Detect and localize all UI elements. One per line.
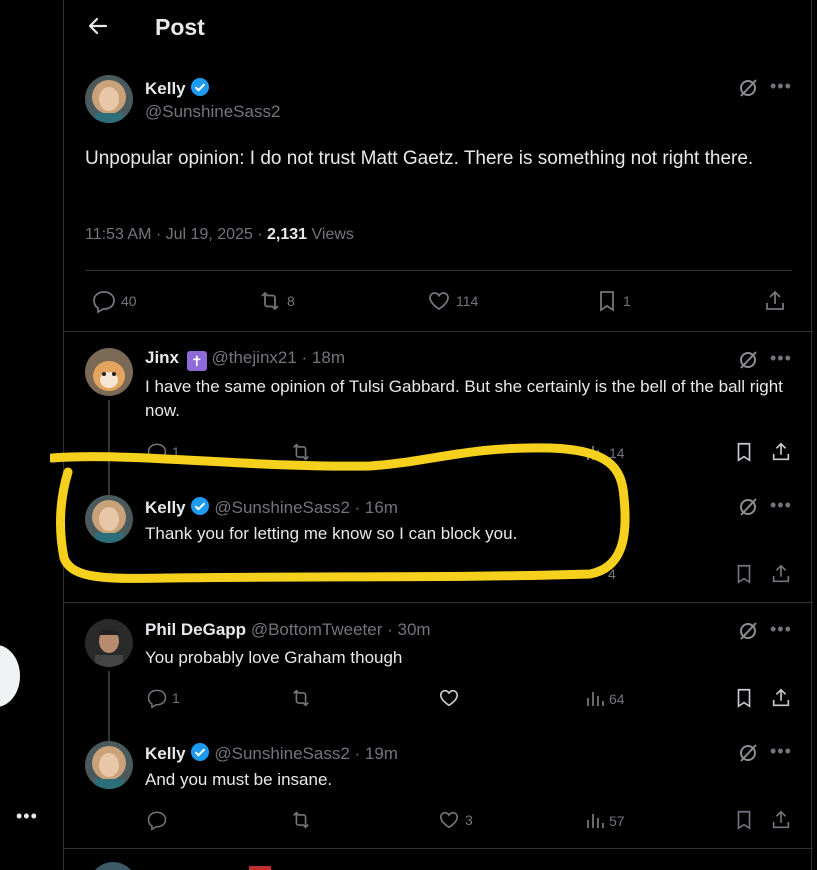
reply-button[interactable] [146, 809, 168, 831]
verified-badge-icon [190, 77, 210, 102]
bookmark-button[interactable] [733, 809, 755, 831]
like-button[interactable]: 114 [426, 289, 478, 313]
author-name[interactable]: Kelly [145, 77, 210, 102]
views-icon [587, 814, 604, 828]
views-icon [587, 692, 604, 706]
grok-icon[interactable] [737, 349, 759, 371]
reply-author[interactable]: Phil DeGapp @BottomTweeter · 30m [145, 620, 431, 640]
divider [64, 331, 813, 332]
heart-icon [439, 811, 459, 829]
verified-badge-icon [190, 742, 210, 767]
more-options-icon[interactable]: ••• [770, 76, 792, 97]
share-button[interactable] [770, 687, 792, 709]
share-icon [772, 810, 790, 829]
views-button[interactable]: 57 [585, 811, 625, 831]
reply-text: I have the same opinion of Tulsi Gabbard… [145, 377, 783, 420]
post-column: Post Kelly @SunshineSass2 ••• Unpopular … [63, 0, 813, 870]
author-handle[interactable]: @SunshineSass2 [145, 102, 280, 122]
grok-icon[interactable] [737, 620, 759, 642]
repost-icon [293, 689, 309, 707]
repost-icon [261, 291, 279, 311]
bookmark-icon [737, 564, 751, 584]
reply-icon [147, 811, 167, 831]
bookmark-button[interactable] [733, 441, 755, 463]
avatar[interactable] [85, 741, 133, 789]
reply-text: And you must be insane. [145, 770, 333, 789]
share-icon [766, 290, 784, 310]
like-button[interactable]: 3 [437, 809, 473, 831]
bookmark-icon [737, 688, 751, 708]
reply-icon [147, 689, 167, 709]
grok-icon[interactable] [737, 496, 759, 518]
views-button[interactable]: 64 [585, 689, 625, 709]
bookmark-icon [737, 442, 751, 462]
tweet-meta: 11:53 AM · Jul 19, 2025 · 2,131 Views [85, 226, 354, 243]
thread-line [108, 671, 110, 741]
repost-icon [293, 811, 309, 829]
more-options-icon[interactable]: ••• [770, 619, 792, 640]
grok-icon[interactable] [737, 77, 759, 99]
cross-badge-icon: ✝ [186, 351, 207, 371]
back-arrow-icon[interactable] [86, 14, 110, 38]
share-icon [772, 564, 790, 583]
compose-button[interactable] [0, 645, 20, 707]
repost-button[interactable] [289, 687, 313, 709]
reply-button[interactable]: 40 [91, 289, 137, 313]
reply-author[interactable]: Jinx ✝ @thejinx21 · 18m [145, 348, 345, 371]
bookmark-icon [600, 291, 614, 312]
more-options-icon[interactable]: ••• [770, 348, 792, 369]
grok-icon[interactable] [737, 742, 759, 764]
share-icon [772, 688, 790, 707]
like-button[interactable] [437, 687, 461, 709]
avatar[interactable] [85, 348, 133, 396]
avatar[interactable] [85, 75, 133, 123]
divider [85, 270, 792, 271]
divider [64, 848, 813, 849]
left-nav-rail: ••• [0, 0, 63, 870]
share-button[interactable] [770, 441, 792, 463]
next-tweet-peek [249, 866, 271, 870]
bookmark-button[interactable]: 1 [595, 289, 631, 313]
heart-icon [439, 689, 459, 707]
page-title: Post [155, 14, 205, 40]
reply-text: You probably love Graham though [145, 648, 403, 667]
more-options-icon[interactable]: ••• [770, 741, 792, 762]
more-options-icon[interactable]: ••• [770, 495, 792, 516]
post-header: Post [64, 0, 811, 56]
reply-icon [93, 291, 115, 313]
share-button[interactable] [770, 563, 792, 585]
bookmark-button[interactable] [733, 687, 755, 709]
bookmark-button[interactable] [733, 563, 755, 585]
reply-author[interactable]: Kelly @SunshineSass2 · 19m [145, 742, 398, 767]
repost-button[interactable] [289, 809, 313, 831]
avatar[interactable] [89, 862, 137, 870]
heart-icon [429, 292, 449, 311]
avatar[interactable] [85, 619, 133, 667]
tweet-text: Unpopular opinion: I do not trust Matt G… [85, 148, 754, 169]
share-button[interactable] [763, 289, 787, 313]
share-icon [772, 442, 790, 461]
reply-button[interactable]: 1 [146, 687, 180, 709]
repost-button[interactable]: 8 [257, 289, 295, 313]
bookmark-icon [737, 810, 751, 830]
divider [64, 602, 813, 603]
highlight-annotation [50, 443, 630, 583]
share-button[interactable] [770, 809, 792, 831]
more-options-icon[interactable]: ••• [16, 806, 38, 827]
